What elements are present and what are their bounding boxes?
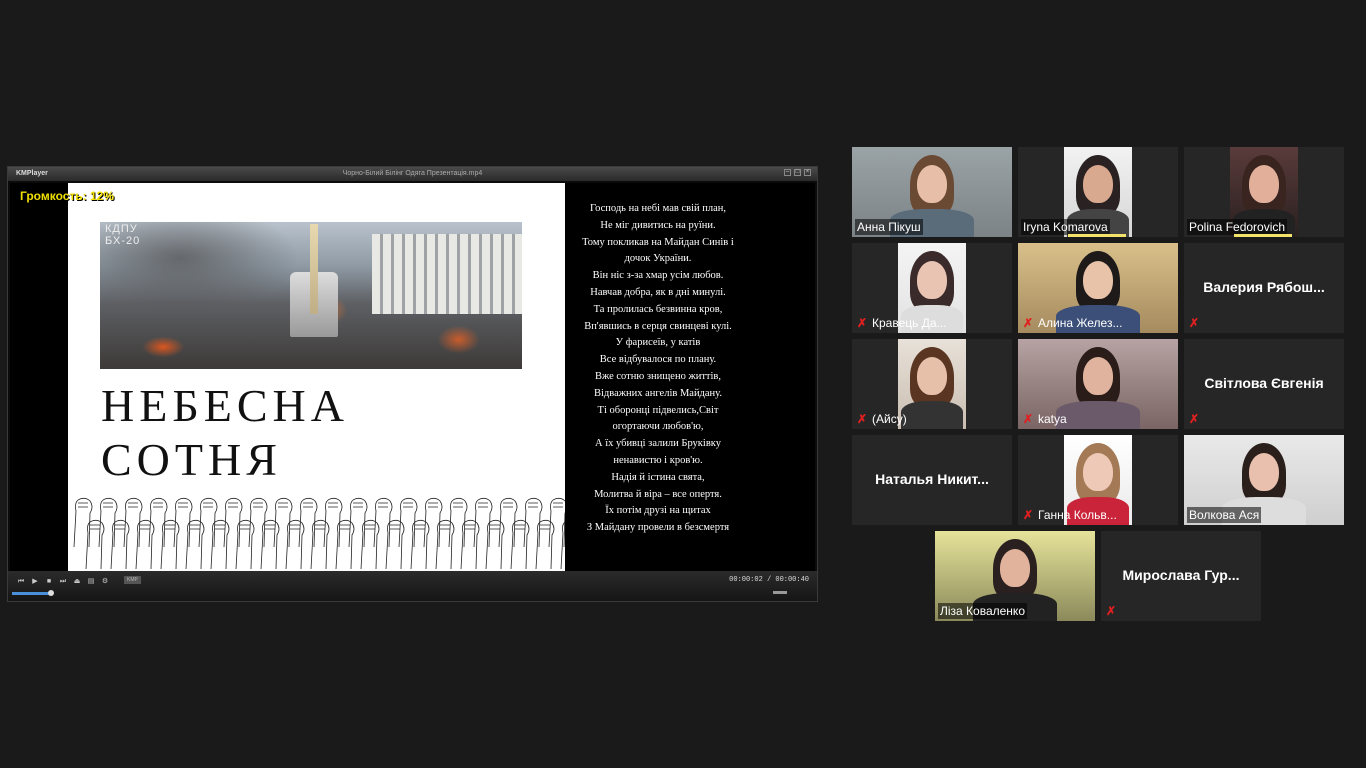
poem-line: Надія й істина свята, <box>611 471 705 483</box>
school-label: КДПУ БХ-20 <box>105 223 141 247</box>
mic-muted-icon: ✗ <box>1106 604 1117 618</box>
kmplayer-window: KMPlayer Чорно-Білий Білінг Одяга Презен… <box>7 166 818 602</box>
participant-name: katya <box>1038 412 1067 426</box>
mic-muted-icon: ✗ <box>1023 412 1034 426</box>
participant-name: Мирослава Гур... <box>1122 567 1240 583</box>
poem-line: Не міг дивитись на руїни. <box>600 219 716 231</box>
participant-tile[interactable]: Ліза Коваленко <box>935 531 1095 621</box>
participant-name: Ганна Кольв... <box>1038 508 1117 522</box>
participant-name: Світлова Євгенія <box>1204 375 1324 391</box>
participant-tile[interactable]: Світлова Євгенія ✗ <box>1184 339 1344 429</box>
poem-line: Ті оборонці підвелись,Світ <box>597 404 719 416</box>
participant-name: Анна Пікуш <box>855 219 923 235</box>
poem-line: дочок України. <box>624 253 692 265</box>
poem-line: Навчав добра, як в дні минулі. <box>590 286 726 298</box>
poem-line: ненавистю і кров'ю. <box>613 454 703 466</box>
next-icon[interactable]: ⏭ <box>58 577 68 587</box>
poem-text: Господь на небі мав свій план, Не міг див… <box>565 201 751 537</box>
mic-muted-icon: ✗ <box>857 412 868 426</box>
poem-line: Господь на небі мав свій план, <box>589 203 727 214</box>
participant-tile[interactable]: Polina Fedorovich <box>1184 147 1344 237</box>
raised-fists-illustration <box>73 497 565 570</box>
volume-osd: Громкость: 12% <box>20 189 115 203</box>
participant-name: Кравець Да... <box>872 316 947 330</box>
eject-icon[interactable]: ⏏ <box>72 577 82 587</box>
participant-tile[interactable]: Валерия Рябош... ✗ <box>1184 243 1344 333</box>
participant-tile[interactable]: ✗ Алина Желез... <box>1018 243 1178 333</box>
prev-icon[interactable]: ⏮ <box>16 577 26 587</box>
settings-icon[interactable]: ⚙ <box>100 577 110 587</box>
participant-tile[interactable]: Анна Пікуш <box>852 147 1012 237</box>
stop-icon[interactable]: ■ <box>44 577 54 587</box>
minimize-icon[interactable]: – <box>784 169 791 176</box>
time-display: 00:00:02 / 00:00:40 <box>729 576 809 584</box>
participant-name: Polina Fedorovich <box>1187 219 1288 235</box>
participant-tile[interactable]: Мирослава Гур... ✗ <box>1101 531 1261 621</box>
participant-name: Iryna Komarova <box>1021 219 1110 235</box>
participant-tile[interactable]: Iryna Komarova <box>1018 147 1178 237</box>
participant-tile[interactable]: ✗ Кравець Да... <box>852 243 1012 333</box>
slide-title-line2: СОТНЯ <box>101 434 282 485</box>
poem-line: Їх потім друзі на щитах <box>605 505 711 517</box>
poem-line: огортаючи любов'ю, <box>612 421 704 433</box>
poem-line: Він ніс з-за хмар усім любов. <box>592 270 724 282</box>
mic-muted-icon: ✗ <box>1023 508 1034 522</box>
mic-muted-icon: ✗ <box>1189 412 1200 426</box>
slide-title-line1: НЕБЕСНА <box>101 380 349 431</box>
mode-label[interactable]: KMP <box>124 576 141 584</box>
playlist-icon[interactable]: ▤ <box>86 577 96 587</box>
mic-muted-icon: ✗ <box>857 316 868 330</box>
mic-muted-icon: ✗ <box>1023 316 1034 330</box>
participant-name: Ліза Коваленко <box>938 603 1027 619</box>
poem-line: Відважних ангелів Майдану. <box>593 387 723 399</box>
poem-line: У фарисеїв, у катів <box>615 337 701 349</box>
poem-line: Та пролилась безвинна кров, <box>593 303 723 315</box>
maidan-photo <box>100 222 522 369</box>
close-icon[interactable]: × <box>804 169 811 176</box>
play-icon[interactable]: ▶ <box>30 577 40 587</box>
poem-line: З Майдану провели в безсмертя <box>586 522 730 534</box>
participant-tile[interactable]: ✗ katya <box>1018 339 1178 429</box>
poem-line: Вже сотню знищено життів, <box>594 370 722 382</box>
poem-line: Тому покликав на Майдан Синів і <box>582 236 734 248</box>
participant-tile[interactable]: ✗ Ганна Кольв... <box>1018 435 1178 525</box>
volume-slider[interactable] <box>773 591 787 594</box>
participant-name: Алина Желез... <box>1038 316 1123 330</box>
mic-muted-icon: ✗ <box>1189 316 1200 330</box>
participant-tile[interactable]: Волкова Ася <box>1184 435 1344 525</box>
player-controls: ⏮ ▶ ■ ⏭ ⏏ ▤ ⚙ KMP 00:00:02 / 00:00:40 <box>8 571 817 601</box>
participant-tile[interactable]: Наталья Никит... <box>852 435 1012 525</box>
participant-name: (Айсу) <box>872 412 907 426</box>
presentation-slide: КДПУ БХ-20 НЕБЕСНА СОТНЯ <box>68 183 565 571</box>
participant-name: Валерия Рябош... <box>1203 279 1325 295</box>
file-name: Чорно-Білий Білінг Одяга Презентація.mp4 <box>342 170 483 177</box>
audio-level-bar <box>1234 234 1292 237</box>
audio-level-bar <box>1068 234 1126 237</box>
title-bar[interactable]: KMPlayer Чорно-Білий Білінг Одяга Презен… <box>8 167 817 181</box>
poem-line: Все відбувалося по плану. <box>599 354 717 366</box>
poem-line: Вп'явшись в серця свинцеві кулі. <box>584 320 732 332</box>
video-area[interactable]: Громкость: 12% КДПУ БХ-20 НЕБЕСНА СОТНЯ … <box>10 183 815 571</box>
participant-tile[interactable]: ✗ (Айсу) <box>852 339 1012 429</box>
participant-name: Наталья Никит... <box>875 471 989 487</box>
poem-line: А їх убивці залили Бруківку <box>594 438 721 450</box>
participant-name: Волкова Ася <box>1187 507 1262 523</box>
poem-line: Молитва й віра – все опертя. <box>594 488 722 500</box>
seek-handle[interactable] <box>48 590 54 596</box>
seek-bar[interactable] <box>12 592 52 595</box>
maximize-icon[interactable]: □ <box>794 169 801 176</box>
